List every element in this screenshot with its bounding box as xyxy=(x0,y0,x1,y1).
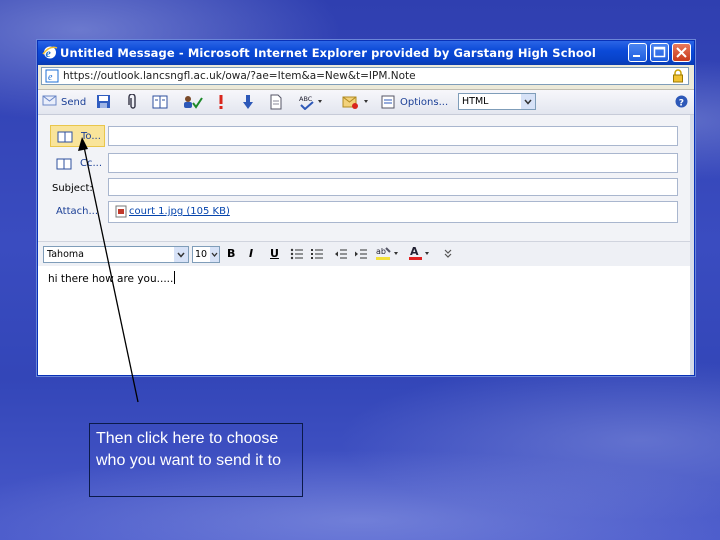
instruction-callout: Then click here to choose who you want t… xyxy=(89,423,303,497)
